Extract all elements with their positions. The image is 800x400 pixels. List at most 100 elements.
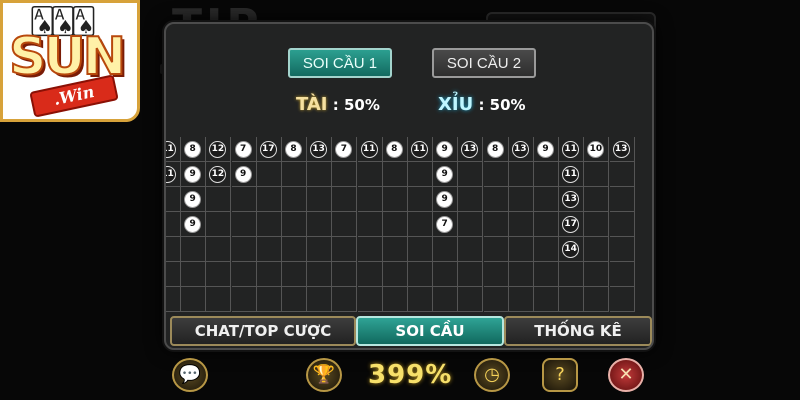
grid-cell	[382, 212, 408, 237]
grid-cell	[534, 262, 559, 287]
grid-cell	[609, 212, 635, 237]
grid-cell	[282, 212, 307, 237]
grid-cell	[458, 237, 484, 262]
chat-icon[interactable]: 💬	[172, 358, 208, 392]
grid-cell	[256, 187, 282, 212]
grid-cell	[483, 237, 509, 262]
grid-cell	[256, 287, 282, 312]
result-ball: 11	[360, 141, 378, 158]
tab-soi-cau[interactable]: SOI CẦU	[356, 316, 504, 346]
grid-cell	[508, 162, 534, 187]
grid-cell	[458, 287, 484, 312]
grid-cell	[231, 212, 257, 237]
result-ball: 13	[511, 141, 529, 158]
result-ball: 11	[411, 141, 428, 158]
tab-thong-ke[interactable]: THỐNG KÊ	[504, 316, 652, 346]
grid-cell	[408, 212, 433, 237]
grid-cell	[433, 237, 459, 262]
grid-cell	[483, 187, 509, 212]
grid-cell	[408, 187, 433, 212]
grid-cell	[357, 212, 383, 237]
tai-value: : 50%	[332, 96, 380, 114]
help-icon[interactable]: ?	[542, 358, 578, 392]
grid-cell	[332, 287, 358, 312]
grid-cell	[408, 287, 433, 312]
grid-cell	[307, 287, 333, 312]
grid-cell	[307, 187, 333, 212]
soi-cau-1-button[interactable]: SOI CẦU 1	[288, 48, 392, 78]
grid-cell	[357, 262, 383, 287]
grid-cell	[332, 262, 358, 287]
grid-cell	[332, 212, 358, 237]
grid-cell	[231, 287, 257, 312]
grid-cell	[206, 262, 232, 287]
grid-cell	[166, 212, 181, 237]
tab-chat-top-cuoc[interactable]: CHAT/TOP CƯỢC	[170, 316, 356, 346]
grid-cell	[584, 262, 610, 287]
grid-cell	[408, 162, 433, 187]
trophy-icon[interactable]: 🏆	[306, 358, 342, 392]
grid-cell	[256, 162, 282, 187]
grid-cell	[181, 262, 207, 287]
result-ball: 7	[234, 141, 252, 158]
grid-cell	[332, 237, 358, 262]
grid-cell	[508, 262, 534, 287]
grid-cell	[206, 287, 232, 312]
result-ball: 9	[537, 141, 554, 158]
grid-cell	[609, 287, 635, 312]
grid-cell	[332, 187, 358, 212]
grid-cell	[282, 287, 307, 312]
grid-cell	[508, 287, 534, 312]
grid-cell	[357, 237, 383, 262]
sun-win-logo: 🂡🂡🂡 SUN .Win	[0, 0, 140, 122]
result-ball: 17	[259, 141, 277, 158]
grid-cell	[231, 237, 257, 262]
percent-value: 399%	[368, 360, 453, 390]
grid-cell	[609, 262, 635, 287]
result-ball: 8	[385, 141, 403, 158]
soi-cau-modal: SOI CẦU 1 SOI CẦU 2 TÀI : 50% XỈU : 50% …	[164, 22, 654, 350]
result-ball: 9	[234, 166, 252, 183]
grid-cell	[483, 162, 509, 187]
grid-cell	[559, 287, 585, 312]
grid-cell	[508, 212, 534, 237]
grid-cell	[357, 162, 383, 187]
soi-cau-2-button[interactable]: SOI CẦU 2	[432, 48, 536, 78]
grid-cell	[483, 262, 509, 287]
grid-cell	[433, 262, 459, 287]
grid-cell	[206, 212, 232, 237]
grid-cell	[534, 237, 559, 262]
grid-cell	[609, 187, 635, 212]
grid-cell	[584, 187, 610, 212]
grid-cell	[584, 287, 610, 312]
grid-cell	[458, 262, 484, 287]
grid-cell	[307, 212, 333, 237]
history-clock-icon[interactable]: ◷	[474, 358, 510, 392]
grid-cell	[382, 287, 408, 312]
grid-cell	[433, 287, 459, 312]
grid-cell	[231, 262, 257, 287]
grid-cell	[181, 287, 207, 312]
grid-cell	[508, 237, 534, 262]
close-icon[interactable]: ✕	[608, 358, 644, 392]
grid-cell	[282, 187, 307, 212]
grid-cell	[166, 287, 181, 312]
grid-cell	[357, 187, 383, 212]
grid-cell	[534, 162, 559, 187]
grid-cell	[382, 262, 408, 287]
grid-cell	[206, 187, 232, 212]
grid-cell	[282, 237, 307, 262]
grid-cell	[181, 237, 207, 262]
tai-label: TÀI	[296, 94, 328, 115]
result-ball: 8	[285, 141, 302, 158]
grid-cell	[206, 237, 232, 262]
grid-cell	[508, 187, 534, 212]
grid-cell	[408, 237, 433, 262]
grid-cell	[256, 237, 282, 262]
grid-cell	[584, 162, 610, 187]
grid-cell	[166, 262, 181, 287]
grid-cell	[256, 212, 282, 237]
grid-cell	[559, 262, 585, 287]
grid-cell	[382, 187, 408, 212]
grid-cell	[382, 237, 408, 262]
